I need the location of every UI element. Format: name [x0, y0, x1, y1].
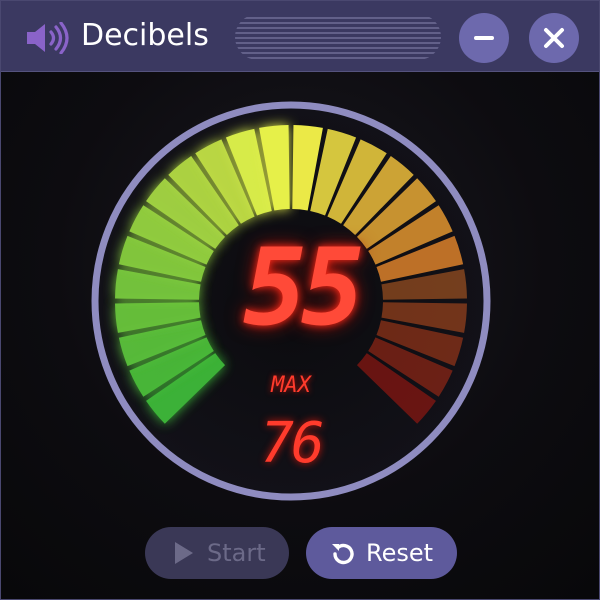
reset-button-label: Reset — [366, 539, 434, 567]
speaker-icon — [25, 21, 73, 55]
drag-handle-icon[interactable] — [235, 14, 441, 60]
decibels-window: Decibels 55 MAX 76 Start Reset — [0, 0, 600, 600]
start-button[interactable]: Start — [145, 527, 289, 579]
start-button-label: Start — [207, 539, 266, 567]
title-bar[interactable]: Decibels — [1, 1, 599, 72]
max-db-readout: 76 — [260, 411, 324, 476]
reset-icon — [332, 543, 354, 565]
minimize-button[interactable] — [459, 13, 509, 63]
minus-icon — [474, 36, 494, 40]
current-db-readout: 55 — [243, 226, 365, 349]
close-icon — [544, 28, 564, 48]
play-icon — [175, 542, 193, 564]
close-button[interactable] — [529, 13, 579, 63]
app-title: Decibels — [81, 18, 209, 53]
max-label: MAX — [271, 373, 311, 398]
reset-button[interactable]: Reset — [306, 527, 457, 579]
